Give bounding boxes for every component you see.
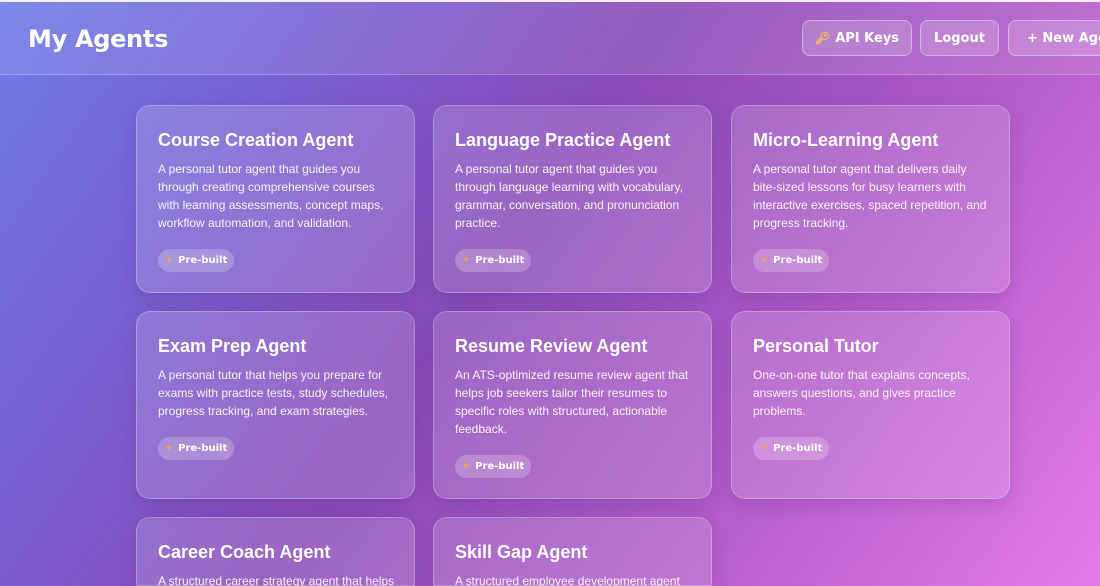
badge-label: Pre-built (475, 255, 525, 266)
new-agent-label: + New Agent (1027, 30, 1100, 46)
agent-description: One-on-one tutor that explains concepts,… (753, 368, 970, 418)
badge-label: Pre-built (178, 443, 228, 454)
prebuilt-badge: ✦ Pre-built (753, 249, 829, 272)
agent-title: Micro-Learning Agent (753, 130, 939, 150)
sparkle-icon: ✦ (461, 461, 471, 472)
agent-card[interactable]: Language Practice Agent A personal tutor… (433, 105, 712, 293)
badge-label: Pre-built (178, 255, 228, 266)
agent-description: A personal tutor agent that guides you t… (455, 162, 683, 230)
logout-label: Logout (934, 30, 985, 46)
prebuilt-badge: ✦ Pre-built (455, 249, 531, 272)
agent-description: An ATS-optimized resume review agent tha… (455, 368, 689, 436)
agent-title: Resume Review Agent (455, 336, 648, 356)
agent-card[interactable]: Micro-Learning Agent A personal tutor ag… (731, 105, 1010, 293)
page-title: My Agents (28, 25, 169, 53)
app-header: My Agents 🔑︎ API Keys Logout + New Agent (0, 2, 1100, 75)
agent-description: A personal tutor agent that guides you t… (158, 162, 384, 230)
sparkle-icon: ✦ (164, 255, 174, 266)
agent-title: Personal Tutor (753, 336, 879, 356)
agent-card[interactable]: Resume Review Agent An ATS-optimized res… (433, 311, 712, 499)
agent-title: Course Creation Agent (158, 130, 354, 150)
new-agent-button[interactable]: + New Agent (1008, 20, 1100, 56)
agent-title: Career Coach Agent (158, 542, 331, 562)
agent-title: Language Practice Agent (455, 130, 671, 150)
prebuilt-badge: ✦ Pre-built (753, 437, 829, 460)
agent-card[interactable]: Skill Gap Agent A structured employee de… (433, 517, 712, 586)
agent-description: A structured employee development agent (455, 574, 680, 586)
agent-description: A personal tutor that helps you prepare … (158, 368, 389, 418)
agent-description: A structured career strategy agent that … (158, 574, 395, 586)
api-keys-button[interactable]: 🔑︎ API Keys (802, 20, 912, 56)
badge-label: Pre-built (475, 461, 525, 472)
sparkle-icon: ✦ (759, 255, 769, 266)
sparkle-icon: ✦ (164, 443, 174, 454)
agent-title: Exam Prep Agent (158, 336, 307, 356)
agent-card[interactable]: Personal Tutor One-on-one tutor that exp… (731, 311, 1010, 499)
prebuilt-badge: ✦ Pre-built (158, 249, 234, 272)
api-keys-label: API Keys (835, 30, 900, 46)
agent-description: A personal tutor agent that delivers dai… (753, 162, 987, 230)
sparkle-icon: ✦ (461, 255, 471, 266)
agent-card[interactable]: Course Creation Agent A personal tutor a… (136, 105, 415, 293)
badge-label: Pre-built (773, 255, 823, 266)
sparkle-icon: ✦ (759, 443, 769, 454)
agent-title: Skill Gap Agent (455, 542, 588, 562)
logout-button[interactable]: Logout (920, 20, 999, 56)
agent-card[interactable]: Exam Prep Agent A personal tutor that he… (136, 311, 415, 499)
badge-label: Pre-built (773, 443, 823, 454)
prebuilt-badge: ✦ Pre-built (455, 455, 531, 478)
prebuilt-badge: ✦ Pre-built (158, 437, 234, 460)
agent-card[interactable]: Career Coach Agent A structured career s… (136, 517, 415, 586)
key-icon: 🔑︎ (814, 31, 831, 45)
